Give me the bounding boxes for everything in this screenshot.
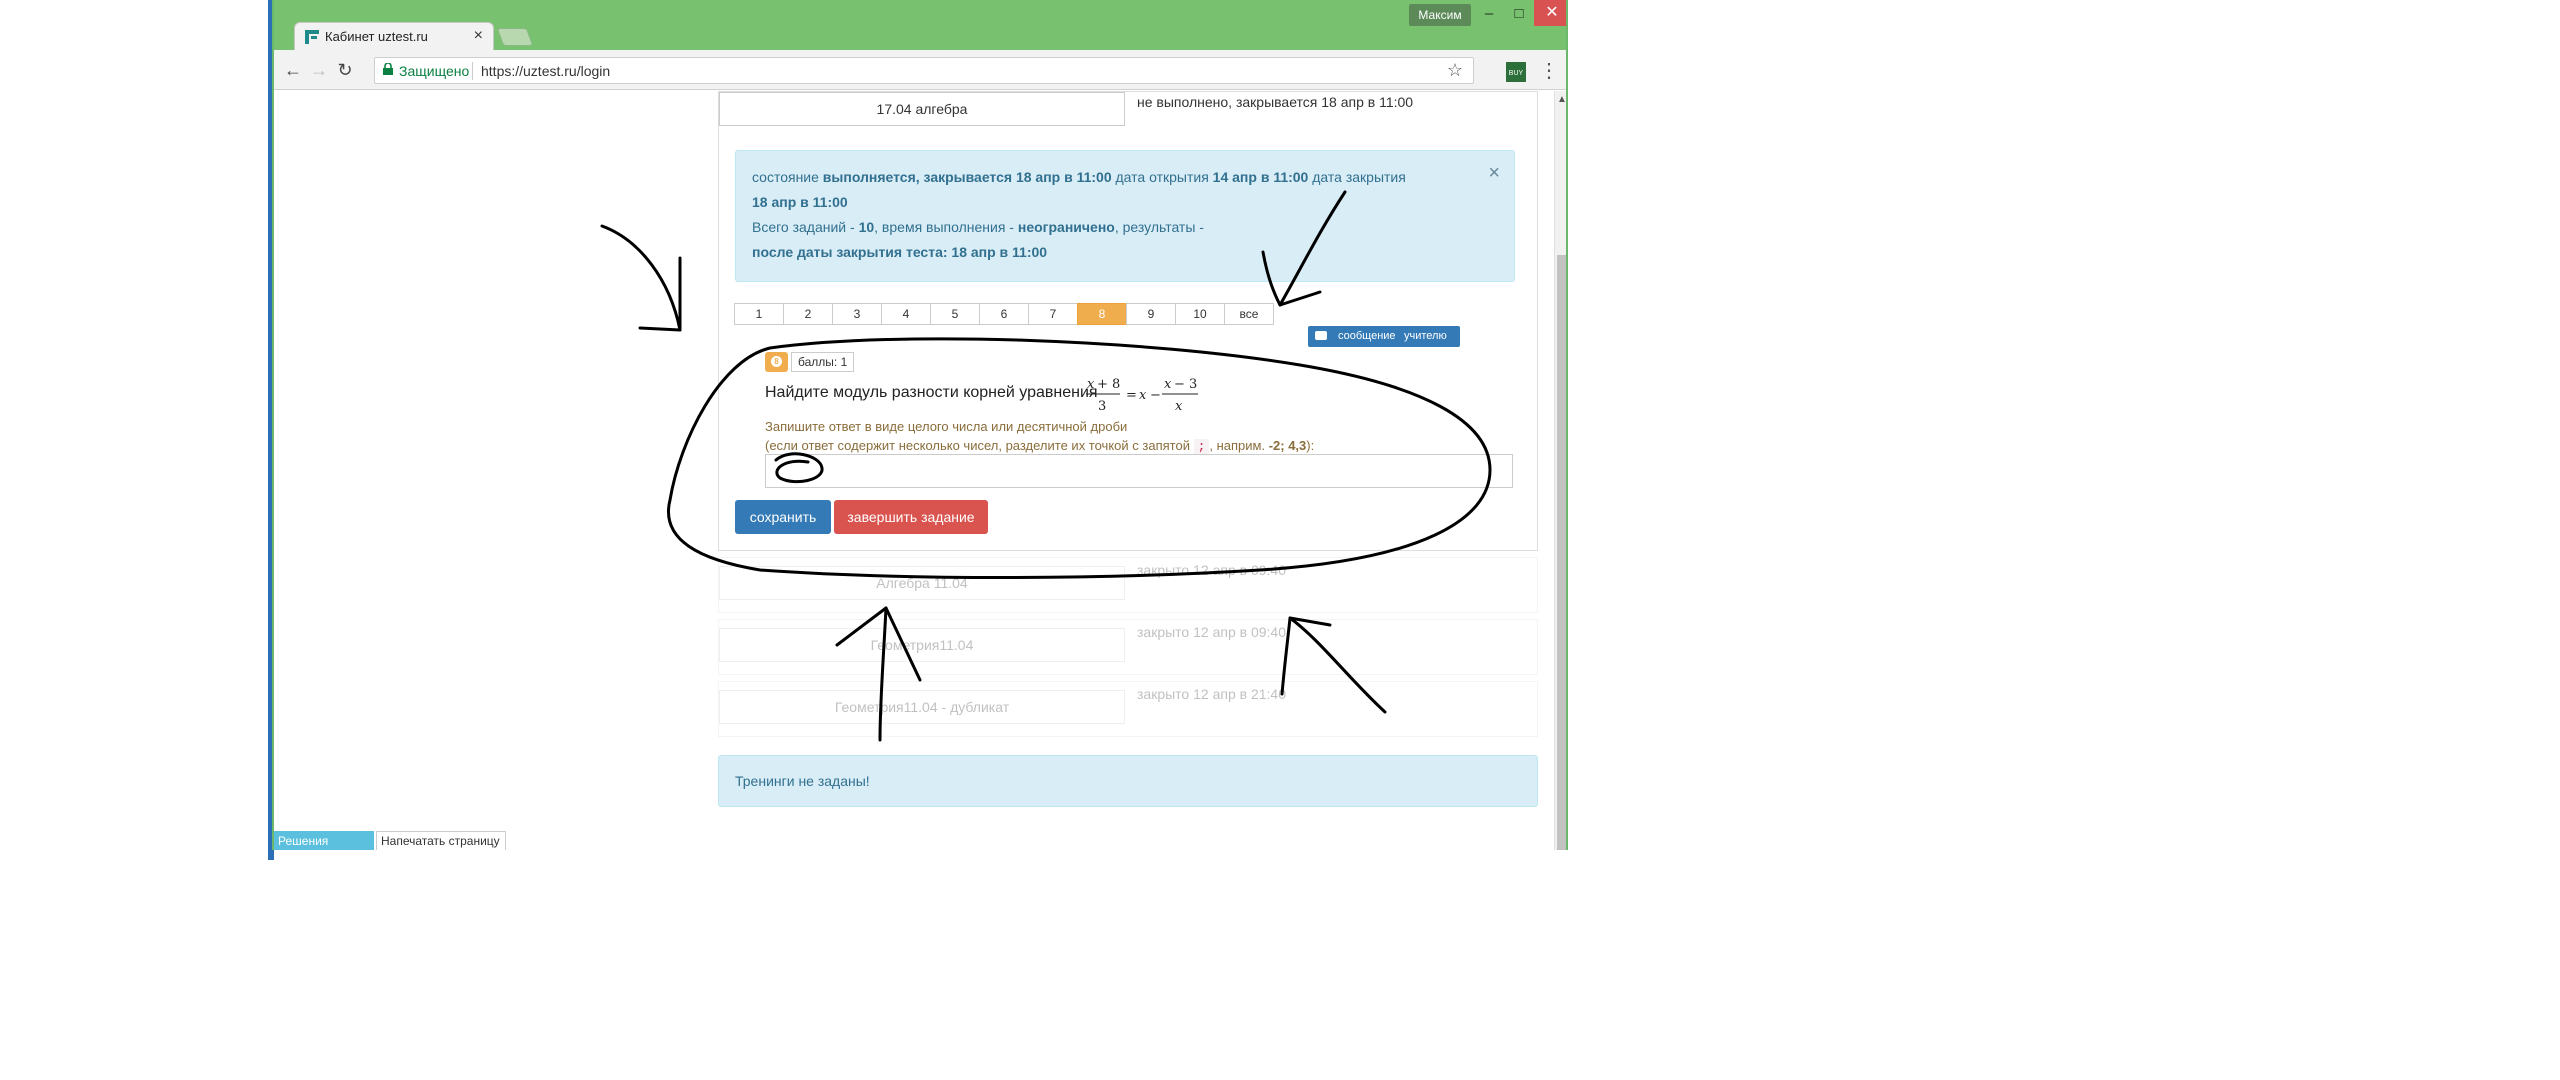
window-close-icon[interactable]: ✕ (1534, 0, 1566, 26)
test-row: Геометрия11.04 - дубликат закрыто 12 апр… (718, 681, 1538, 737)
omnibox-divider (472, 62, 473, 80)
pager-1[interactable]: 1 (734, 303, 784, 325)
svg-text:3: 3 (1098, 399, 1106, 414)
bookmark-star-icon[interactable]: ☆ (1447, 60, 1463, 81)
pager-all[interactable]: все (1224, 303, 1274, 325)
extension-icon[interactable]: BUY (1506, 62, 1526, 82)
svg-text:−: − (1150, 388, 1161, 403)
alert-line-1: состояние выполняется, закрывается 18 ап… (752, 169, 1406, 185)
test-name-button[interactable]: Геометрия11.04 - дубликат (719, 690, 1125, 724)
svg-text:=: = (1126, 388, 1137, 403)
pager-7[interactable]: 7 (1028, 303, 1078, 325)
finish-task-button[interactable]: завершить задание (834, 500, 988, 534)
forward-arrow-icon[interactable]: → (308, 59, 330, 81)
pager-9[interactable]: 9 (1126, 303, 1176, 325)
alert-line-3: Всего заданий - 10, время выполнения - н… (752, 219, 1204, 235)
svg-text:x: x (1175, 399, 1183, 414)
test-state: закрыто 12 апр в 09:40 (1137, 562, 1286, 578)
title-bar: Кабинет uztest.ru × Максим – □ ✕ (274, 0, 1566, 50)
extension-label: BUY (1508, 70, 1524, 77)
test-info-alert: состояние выполняется, закрывается 18 ап… (735, 150, 1515, 282)
points-label: баллы: 1 (791, 352, 855, 372)
menu-dots-icon[interactable]: ⋮ (1539, 58, 1559, 83)
svg-text:x: x (1139, 388, 1147, 403)
message-teacher-button[interactable]: сообщение учителю (1308, 326, 1460, 347)
test-state: закрыто 12 апр в 09:40 (1137, 624, 1286, 640)
test-name-button[interactable]: Алгебра 11.04 (719, 566, 1125, 600)
browser-toolbar: ← → ↻ Защищено https://uztest.ru/login ☆… (274, 50, 1566, 90)
comment-icon (1315, 331, 1327, 340)
save-button[interactable]: сохранить (735, 500, 831, 534)
scroll-up-icon[interactable]: ▲ (1557, 94, 1566, 105)
pager-6[interactable]: 6 (979, 303, 1029, 325)
answer-format-hint: (если ответ содержит несколько чисел, ра… (765, 438, 1315, 454)
secure-label: Защищено (399, 63, 470, 79)
question-text: Найдите модуль разности корней уравнения (765, 384, 1098, 401)
answer-input[interactable] (765, 454, 1513, 488)
pager-8[interactable]: 8 (1077, 303, 1127, 325)
pager-5[interactable]: 5 (930, 303, 980, 325)
lock-icon (383, 63, 393, 75)
alert-line-4: после даты закрытия теста: 18 апр в 11:0… (752, 244, 1048, 260)
print-page-button[interactable]: Напечатать страницу (376, 831, 506, 850)
profile-button[interactable]: Максим (1409, 4, 1471, 26)
answer-hint: Запишите ответ в виде целого числа или д… (765, 419, 1128, 434)
test-state: закрыто 12 апр в 21:40 (1137, 686, 1286, 702)
pager-4[interactable]: 4 (881, 303, 931, 325)
svg-text:+ 8: + 8 (1097, 377, 1120, 392)
svg-text:− 3: − 3 (1174, 377, 1197, 392)
task-pager: 1 2 3 4 5 6 7 8 9 10 все (734, 303, 1274, 325)
test-name-button[interactable]: 17.04 алгебра (719, 92, 1125, 126)
equation-formula: x + 8 3 = x − x − 3 x (1086, 377, 1198, 414)
reload-icon[interactable]: ↻ (334, 59, 356, 81)
page-content: 17.04 алгебра не выполнено, закрывается … (274, 91, 1554, 850)
test-state: не выполнено, закрывается 18 апр в 11:00 (1137, 94, 1414, 110)
pager-2[interactable]: 2 (783, 303, 833, 325)
url-text[interactable]: https://uztest.ru/login (481, 63, 610, 79)
tab-close-icon[interactable]: × (474, 27, 483, 45)
solutions-button[interactable]: Решения заданий (274, 831, 374, 850)
svg-text:x: x (1087, 377, 1095, 392)
tab-title: Кабинет uztest.ru (325, 29, 428, 44)
test-row: Алгебра 11.04 закрыто 12 апр в 09:40 (718, 557, 1538, 613)
minimize-icon[interactable]: – (1474, 4, 1504, 26)
browser-tab[interactable]: Кабинет uztest.ru × (294, 22, 494, 50)
alert-close-icon[interactable]: × (1488, 161, 1500, 186)
back-arrow-icon[interactable]: ← (282, 59, 304, 81)
scrollbar-thumb[interactable] (1557, 255, 1566, 850)
pager-10[interactable]: 10 (1175, 303, 1225, 325)
test-row: Геометрия11.04 закрыто 12 апр в 09:40 (718, 619, 1538, 675)
svg-text:x: x (1164, 377, 1172, 392)
task-number-badge: 8 (765, 352, 788, 372)
test-name-button[interactable]: Геометрия11.04 (719, 628, 1125, 662)
site-favicon-icon (305, 30, 319, 44)
pager-3[interactable]: 3 (832, 303, 882, 325)
alert-line-2: 18 апр в 11:00 (752, 194, 848, 210)
maximize-icon[interactable]: □ (1504, 4, 1534, 26)
browser-window: Кабинет uztest.ru × Максим – □ ✕ ← → ↻ З… (272, 0, 1568, 850)
address-bar[interactable]: Защищено https://uztest.ru/login ☆ (374, 57, 1474, 84)
new-tab-button[interactable] (496, 28, 534, 46)
trainings-alert: Тренинги не заданы! (718, 755, 1538, 807)
active-test-panel: 17.04 алгебра не выполнено, закрывается … (718, 91, 1538, 551)
